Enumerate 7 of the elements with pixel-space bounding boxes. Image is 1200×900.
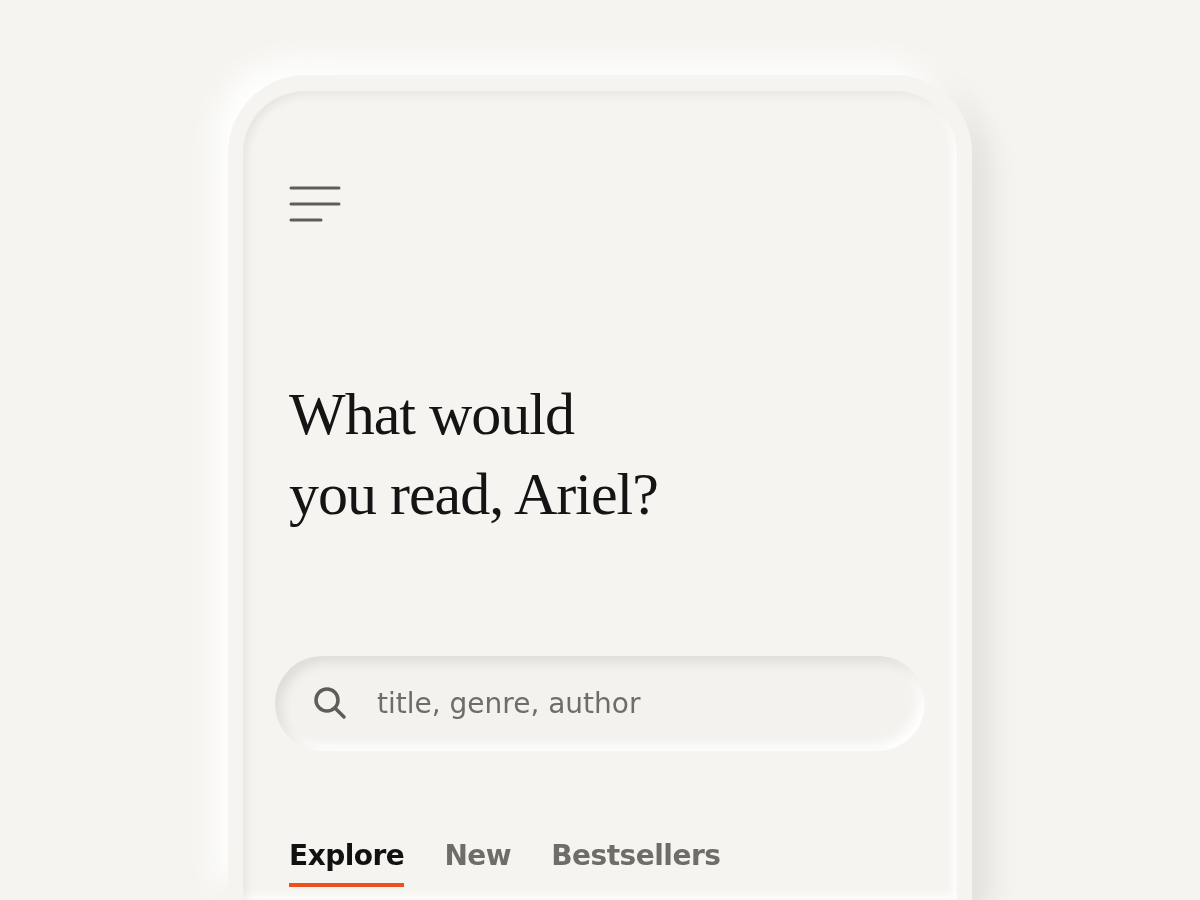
heading: What would you read, Ariel? [289, 380, 659, 529]
tab[interactable]: New [444, 835, 512, 887]
tab[interactable]: Explore [289, 835, 405, 887]
menu-icon[interactable] [289, 186, 341, 222]
search-icon [313, 686, 347, 720]
tab[interactable]: Bestsellers [551, 835, 721, 887]
search-field[interactable]: title, genre, author [275, 656, 925, 751]
